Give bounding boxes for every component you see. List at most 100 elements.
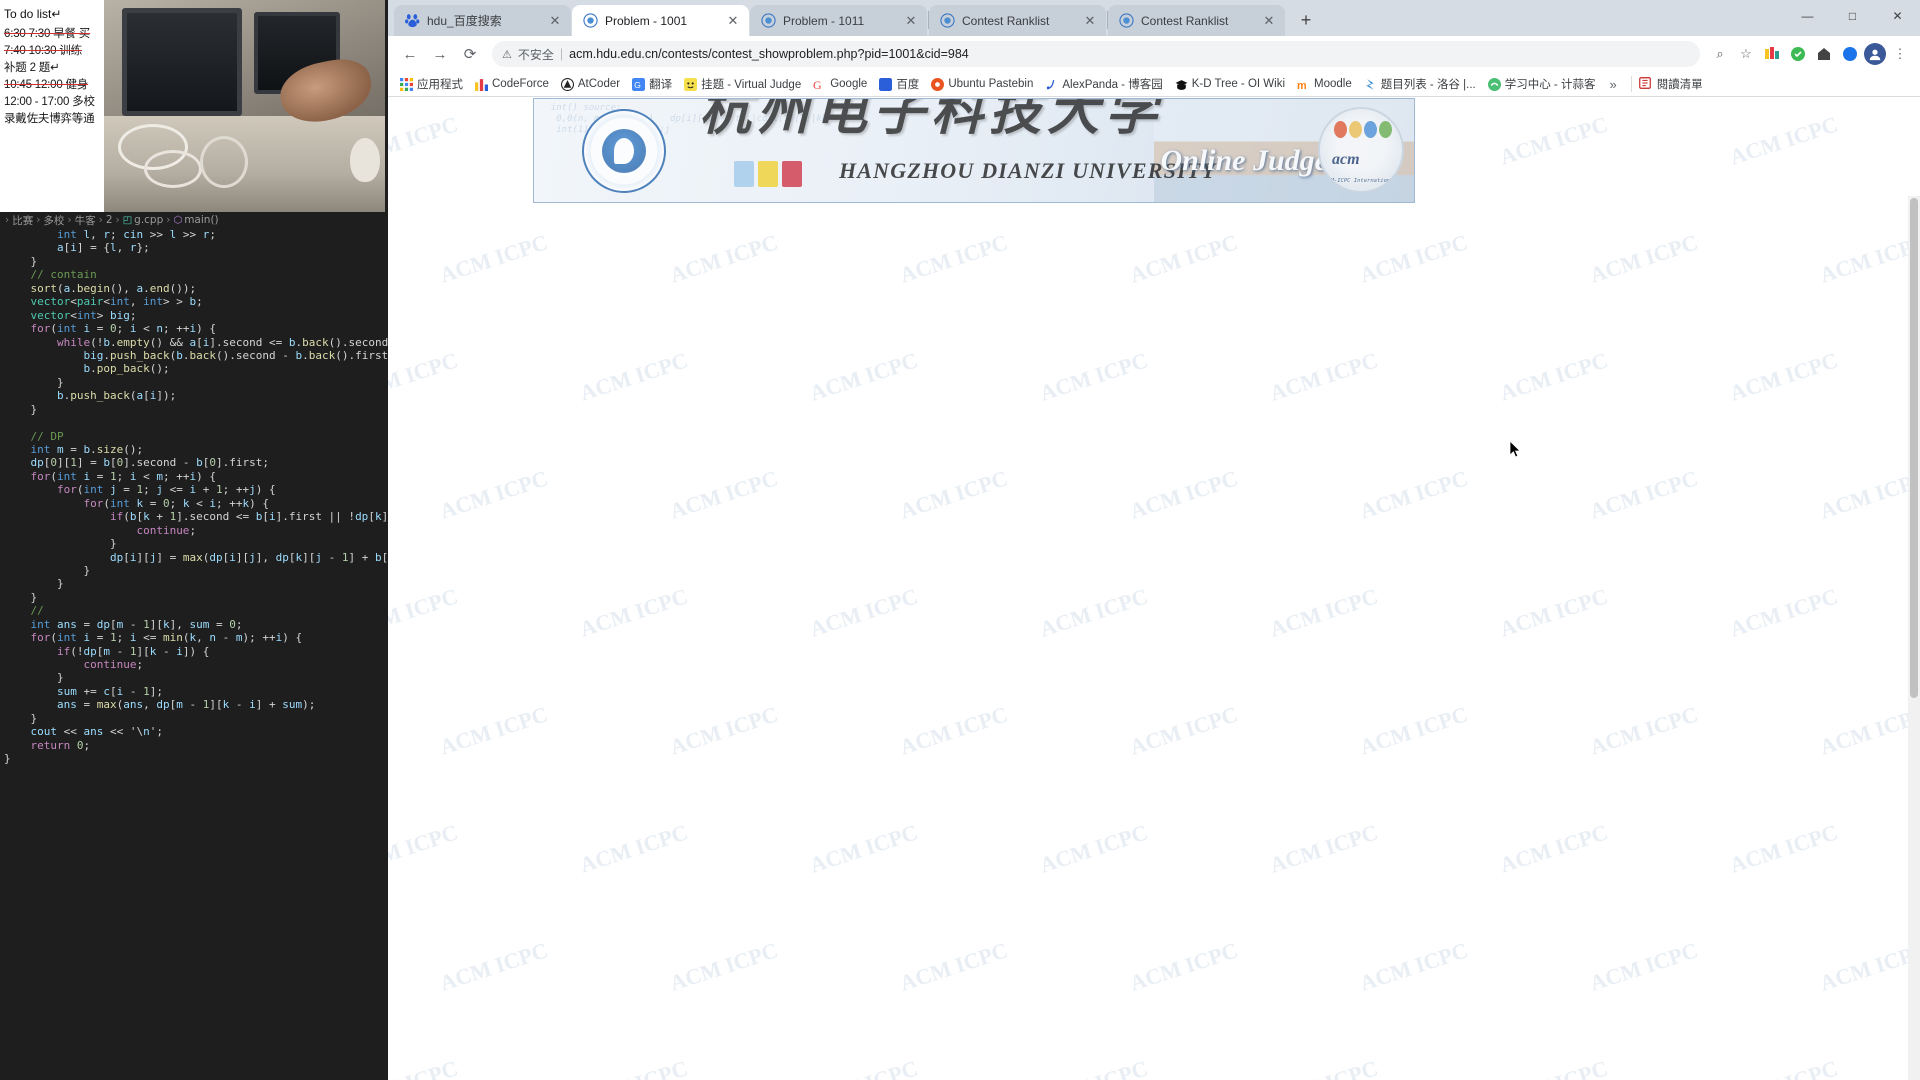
bookmark-item[interactable]: 题目列表 - 洛谷 |... bbox=[1358, 74, 1482, 94]
extension-green-icon[interactable] bbox=[1786, 42, 1810, 66]
watermark-text: ACM ICPC bbox=[1497, 1055, 1611, 1080]
forward-button[interactable]: → bbox=[426, 40, 454, 68]
code-line[interactable]: for(int i = 1; i < m; ++i) { bbox=[0, 470, 388, 483]
extension-blue-icon[interactable] bbox=[1838, 42, 1862, 66]
bookmark-item[interactable]: m Moodle bbox=[1291, 76, 1358, 93]
code-line[interactable]: } bbox=[0, 752, 388, 765]
code-line[interactable]: } bbox=[0, 564, 388, 577]
bookmark-item[interactable]: 学习中心 - 计蒜客 bbox=[1482, 74, 1602, 94]
code-editor[interactable]: int l, r; cin >> l >> r; a[i] = {l, r}; … bbox=[0, 228, 388, 1080]
code-line[interactable]: for(int k = 0; k < i; ++k) { bbox=[0, 497, 388, 510]
code-line[interactable]: for(int i = 0; i < n; ++i) { bbox=[0, 322, 388, 335]
watermark-text: ACM ICPC bbox=[1037, 1055, 1151, 1080]
code-line[interactable]: } bbox=[0, 671, 388, 684]
code-line[interactable]: // contain bbox=[0, 268, 388, 281]
code-line[interactable]: big.push_back(b.back().second - b.back()… bbox=[0, 349, 388, 362]
watermark-text: ACM ICPC bbox=[1496, 347, 1611, 406]
zoom-icon[interactable]: ⌕ bbox=[1708, 42, 1732, 66]
bookmark-item[interactable]: 应用程式 bbox=[394, 74, 469, 94]
watermark-text: ACM ICPC bbox=[1266, 347, 1381, 406]
browser-tab[interactable]: hdu_百度搜索 ✕ bbox=[394, 5, 571, 36]
code-line[interactable]: b.push_back(a[i]); bbox=[0, 389, 388, 402]
code-line[interactable]: } bbox=[0, 403, 388, 416]
breadcrumb-item[interactable]: g.cpp bbox=[134, 214, 163, 226]
reading-list-button[interactable]: 閱讀清單 bbox=[1638, 76, 1707, 93]
code-line[interactable]: dp[0][1] = b[0].second - b[0].first; bbox=[0, 456, 388, 469]
breadcrumb-item[interactable]: 比赛 bbox=[12, 213, 33, 228]
kebab-menu-icon[interactable]: ⋮ bbox=[1888, 42, 1912, 66]
code-line[interactable]: a[i] = {l, r}; bbox=[0, 241, 388, 254]
code-line[interactable]: if(b[k + 1].second <= b[i].first || !dp[… bbox=[0, 510, 388, 523]
code-line[interactable]: sum += c[i - 1]; bbox=[0, 685, 388, 698]
code-line[interactable] bbox=[0, 416, 388, 429]
browser-tab[interactable]: Contest Ranklist ✕ bbox=[1108, 5, 1285, 36]
tab-close-icon[interactable]: ✕ bbox=[1261, 13, 1277, 29]
maximize-button[interactable]: □ bbox=[1830, 0, 1875, 31]
code-line[interactable]: sort(a.begin(), a.end()); bbox=[0, 282, 388, 295]
tab-close-icon[interactable]: ✕ bbox=[1082, 13, 1098, 29]
browser-tab[interactable]: Problem - 1001 ✕ bbox=[572, 5, 749, 36]
code-line[interactable]: int l, r; cin >> l >> r; bbox=[0, 228, 388, 241]
bookmark-item[interactable]: 挂题 - Virtual Judge bbox=[678, 74, 807, 94]
code-line[interactable]: return 0; bbox=[0, 739, 388, 752]
code-line[interactable]: if(!dp[m - 1][k - i]) { bbox=[0, 645, 388, 658]
code-line[interactable]: vector<int> big; bbox=[0, 309, 388, 322]
bookmark-item[interactable]: 百度 bbox=[873, 74, 925, 94]
bookmark-item[interactable]: Ubuntu Pastebin bbox=[925, 76, 1039, 93]
watermark-text: ACM ICPC bbox=[806, 819, 921, 878]
tab-close-icon[interactable]: ✕ bbox=[725, 13, 741, 29]
code-line[interactable]: ans = max(ans, dp[m - 1][k - i] + sum); bbox=[0, 698, 388, 711]
code-line[interactable]: continue; bbox=[0, 524, 388, 537]
bookmark-item[interactable]: CodeForce bbox=[469, 76, 555, 93]
bookmarks-overflow-button[interactable]: » bbox=[1601, 77, 1624, 92]
bookmark-item[interactable]: G 翻译 bbox=[626, 74, 678, 94]
browser-tab[interactable]: Problem - 1011 ✕ bbox=[750, 5, 927, 36]
breadcrumb-item[interactable]: 牛客 bbox=[75, 213, 96, 228]
profile-avatar[interactable] bbox=[1864, 43, 1886, 65]
code-line[interactable]: dp[i][j] = max(dp[i][j], dp[k][j - 1] + … bbox=[0, 551, 388, 564]
breadcrumb-item[interactable]: main() bbox=[184, 214, 218, 226]
bookmark-item[interactable]: K-D Tree - OI Wiki bbox=[1169, 76, 1291, 93]
watermark-text: ACM ICPC bbox=[1036, 583, 1151, 642]
reload-button[interactable]: ⟳ bbox=[456, 40, 484, 68]
page-scrollbar[interactable]: ▲ ▼ bbox=[1908, 196, 1920, 1080]
code-line[interactable]: for(int j = 1; j <= i + 1; ++j) { bbox=[0, 483, 388, 496]
code-line[interactable]: for(int i = 1; i <= min(k, n - m); ++i) … bbox=[0, 631, 388, 644]
star-icon[interactable]: ☆ bbox=[1734, 42, 1758, 66]
code-line[interactable]: } bbox=[0, 537, 388, 550]
tab-close-icon[interactable]: ✕ bbox=[903, 13, 919, 29]
code-line[interactable]: // DP bbox=[0, 430, 388, 443]
code-line[interactable]: vector<pair<int, int> > b; bbox=[0, 295, 388, 308]
code-line[interactable]: } bbox=[0, 577, 388, 590]
code-line[interactable]: } bbox=[0, 255, 388, 268]
breadcrumb-item[interactable]: 多校 bbox=[43, 213, 64, 228]
code-line[interactable]: } bbox=[0, 712, 388, 725]
vjudge-icon bbox=[684, 77, 698, 91]
close-window-button[interactable]: ✕ bbox=[1875, 0, 1920, 31]
todo-item: 补题 2 题↵ bbox=[4, 61, 60, 74]
code-line[interactable]: int ans = dp[m - 1][k], sum = 0; bbox=[0, 618, 388, 631]
bookmark-item[interactable]: AlexPanda - 博客园 bbox=[1039, 74, 1168, 94]
bookmark-item[interactable]: G Google bbox=[807, 76, 873, 93]
watermark-text: ACM ICPC bbox=[1036, 819, 1151, 878]
code-line[interactable]: while(!b.empty() && a[i].second <= b.bac… bbox=[0, 336, 388, 349]
extension-colored-icon[interactable] bbox=[1760, 42, 1784, 66]
code-line[interactable]: } bbox=[0, 376, 388, 389]
back-button[interactable]: ← bbox=[396, 40, 424, 68]
code-line[interactable]: // bbox=[0, 604, 388, 617]
code-line[interactable]: cout << ans << '\n'; bbox=[0, 725, 388, 738]
bookmark-item[interactable]: AtCoder bbox=[555, 76, 626, 93]
minimize-button[interactable]: — bbox=[1785, 0, 1830, 31]
breadcrumb-item[interactable]: 2 bbox=[106, 214, 113, 226]
scrollbar-thumb[interactable] bbox=[1910, 198, 1918, 698]
address-bar[interactable]: ⚠ 不安全 | acm.hdu.edu.cn/contests/contest_… bbox=[492, 41, 1700, 67]
code-line[interactable]: continue; bbox=[0, 658, 388, 671]
code-line[interactable]: b.pop_back(); bbox=[0, 362, 388, 375]
new-tab-button[interactable]: + bbox=[1292, 6, 1320, 34]
editor-breadcrumb[interactable]: › 比赛 › 多校 › 牛客 › 2 › ◰ g.cpp › ⬡ main() bbox=[0, 212, 388, 228]
tab-close-icon[interactable]: ✕ bbox=[547, 13, 563, 29]
browser-tab[interactable]: Contest Ranklist ✕ bbox=[929, 5, 1106, 36]
code-line[interactable]: int m = b.size(); bbox=[0, 443, 388, 456]
extension-dark-icon[interactable] bbox=[1812, 42, 1836, 66]
code-line[interactable]: } bbox=[0, 591, 388, 604]
